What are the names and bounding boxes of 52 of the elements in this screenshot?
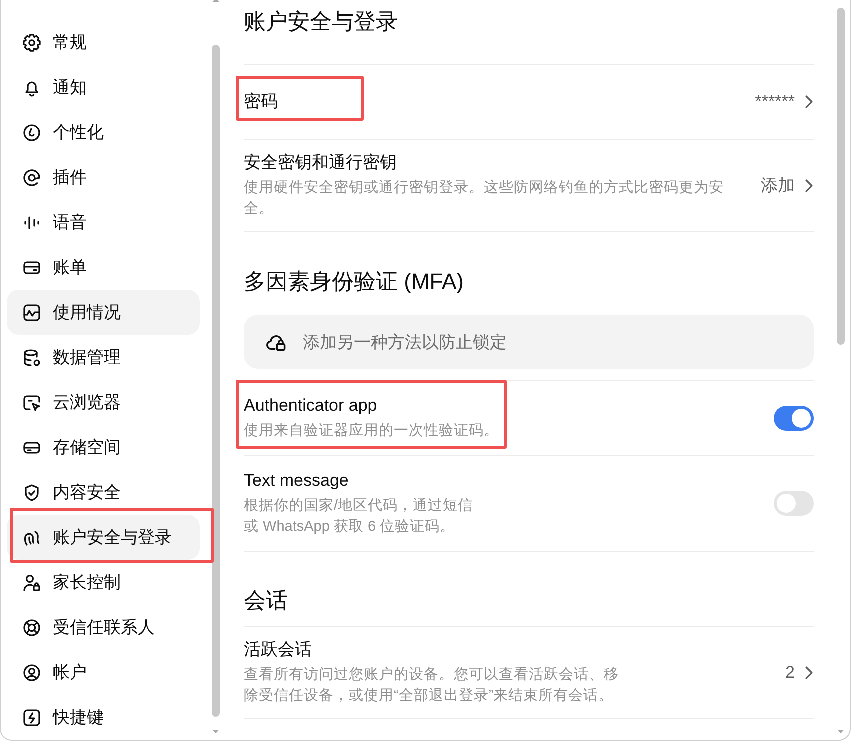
swirl-circle-icon (22, 122, 42, 142)
window-cursor-icon (22, 392, 42, 412)
setting-label: Authenticator app (244, 395, 378, 417)
sidebar-item[interactable]: 数据管理 (7, 335, 200, 380)
toggle-switch[interactable] (774, 491, 814, 516)
caret-down-icon[interactable] (212, 729, 220, 735)
at-sign-icon (22, 168, 42, 188)
person-lock-icon (22, 572, 42, 592)
lifebuoy-icon (22, 618, 42, 638)
sidebar-item[interactable]: 云浏览器 (7, 380, 200, 425)
sidebar-item[interactable]: 家长控制 (7, 560, 200, 605)
scrollbar-thumb[interactable] (212, 45, 220, 717)
sidebar-item[interactable]: 账户安全与登录 (7, 515, 200, 560)
chevron-right-icon[interactable] (805, 666, 814, 680)
section-heading: 多因素身份验证 (MFA) (244, 268, 465, 296)
setting-description: 使用来自验证器应用的一次性验证码。 (244, 422, 499, 441)
lightning-icon (22, 708, 42, 728)
sidebar-item[interactable]: 受信任联系人 (7, 605, 200, 650)
sidebar-item[interactable]: 语音 (7, 200, 200, 245)
shield-check-icon (22, 482, 42, 502)
sidebar-item[interactable]: 内容安全 (7, 470, 200, 515)
scrollbar-thumb[interactable] (837, 8, 845, 345)
setting-description: 查看所有访问过您账户的设备。您可以查看活跃会话、移除受信任设备，或使用“全部退出登录”来结束所有会话。 (244, 666, 620, 706)
page-title: 账户安全与登录 (244, 8, 399, 36)
section-heading: 会话 (244, 587, 289, 615)
chevron-right-icon[interactable] (805, 178, 814, 192)
add-method-button[interactable]: 添加另一种方法以防止锁定 (244, 315, 814, 369)
sidebar-item[interactable]: 插件 (7, 155, 200, 200)
caret-down-icon[interactable] (837, 729, 845, 735)
sidebar-item[interactable]: 个性化 (7, 110, 200, 155)
gear-icon (22, 32, 42, 52)
chart-icon (22, 302, 42, 322)
sidebar-item[interactable]: 快捷键 (7, 695, 200, 740)
setting-label: 活跃会话 (244, 639, 312, 661)
sidebar-item[interactable]: 通知 (7, 65, 200, 110)
toggle-switch[interactable] (774, 406, 814, 430)
sidebar-item[interactable]: 帐户 (7, 650, 200, 695)
sidebar-item[interactable]: 使用情况 (7, 290, 200, 335)
setting-description: 使用硬件安全密钥或通行密钥登录。这些防网络钓鱼的方式比密码更为安全。 (244, 178, 725, 219)
setting-label: 密码 (244, 91, 278, 113)
setting-value: 添加 (761, 175, 795, 197)
user-circle-icon (22, 662, 42, 682)
setting-label: Text message (244, 470, 349, 492)
setting-value: ****** (755, 92, 795, 112)
setting-description: 根据你的国家/地区代码，通过短信或 WhatsApp 获取 6 位验证码。 (244, 496, 474, 537)
database-gear-icon (22, 348, 42, 368)
sidebar-item[interactable]: 存储空间 (7, 425, 200, 470)
sidebar-item[interactable]: 账单 (7, 245, 200, 290)
setting-label: 安全密钥和通行密钥 (244, 152, 397, 174)
sidebar-item[interactable]: 常规 (7, 20, 200, 65)
setting-value: 2 (786, 662, 795, 682)
chevron-right-icon[interactable] (805, 95, 814, 109)
